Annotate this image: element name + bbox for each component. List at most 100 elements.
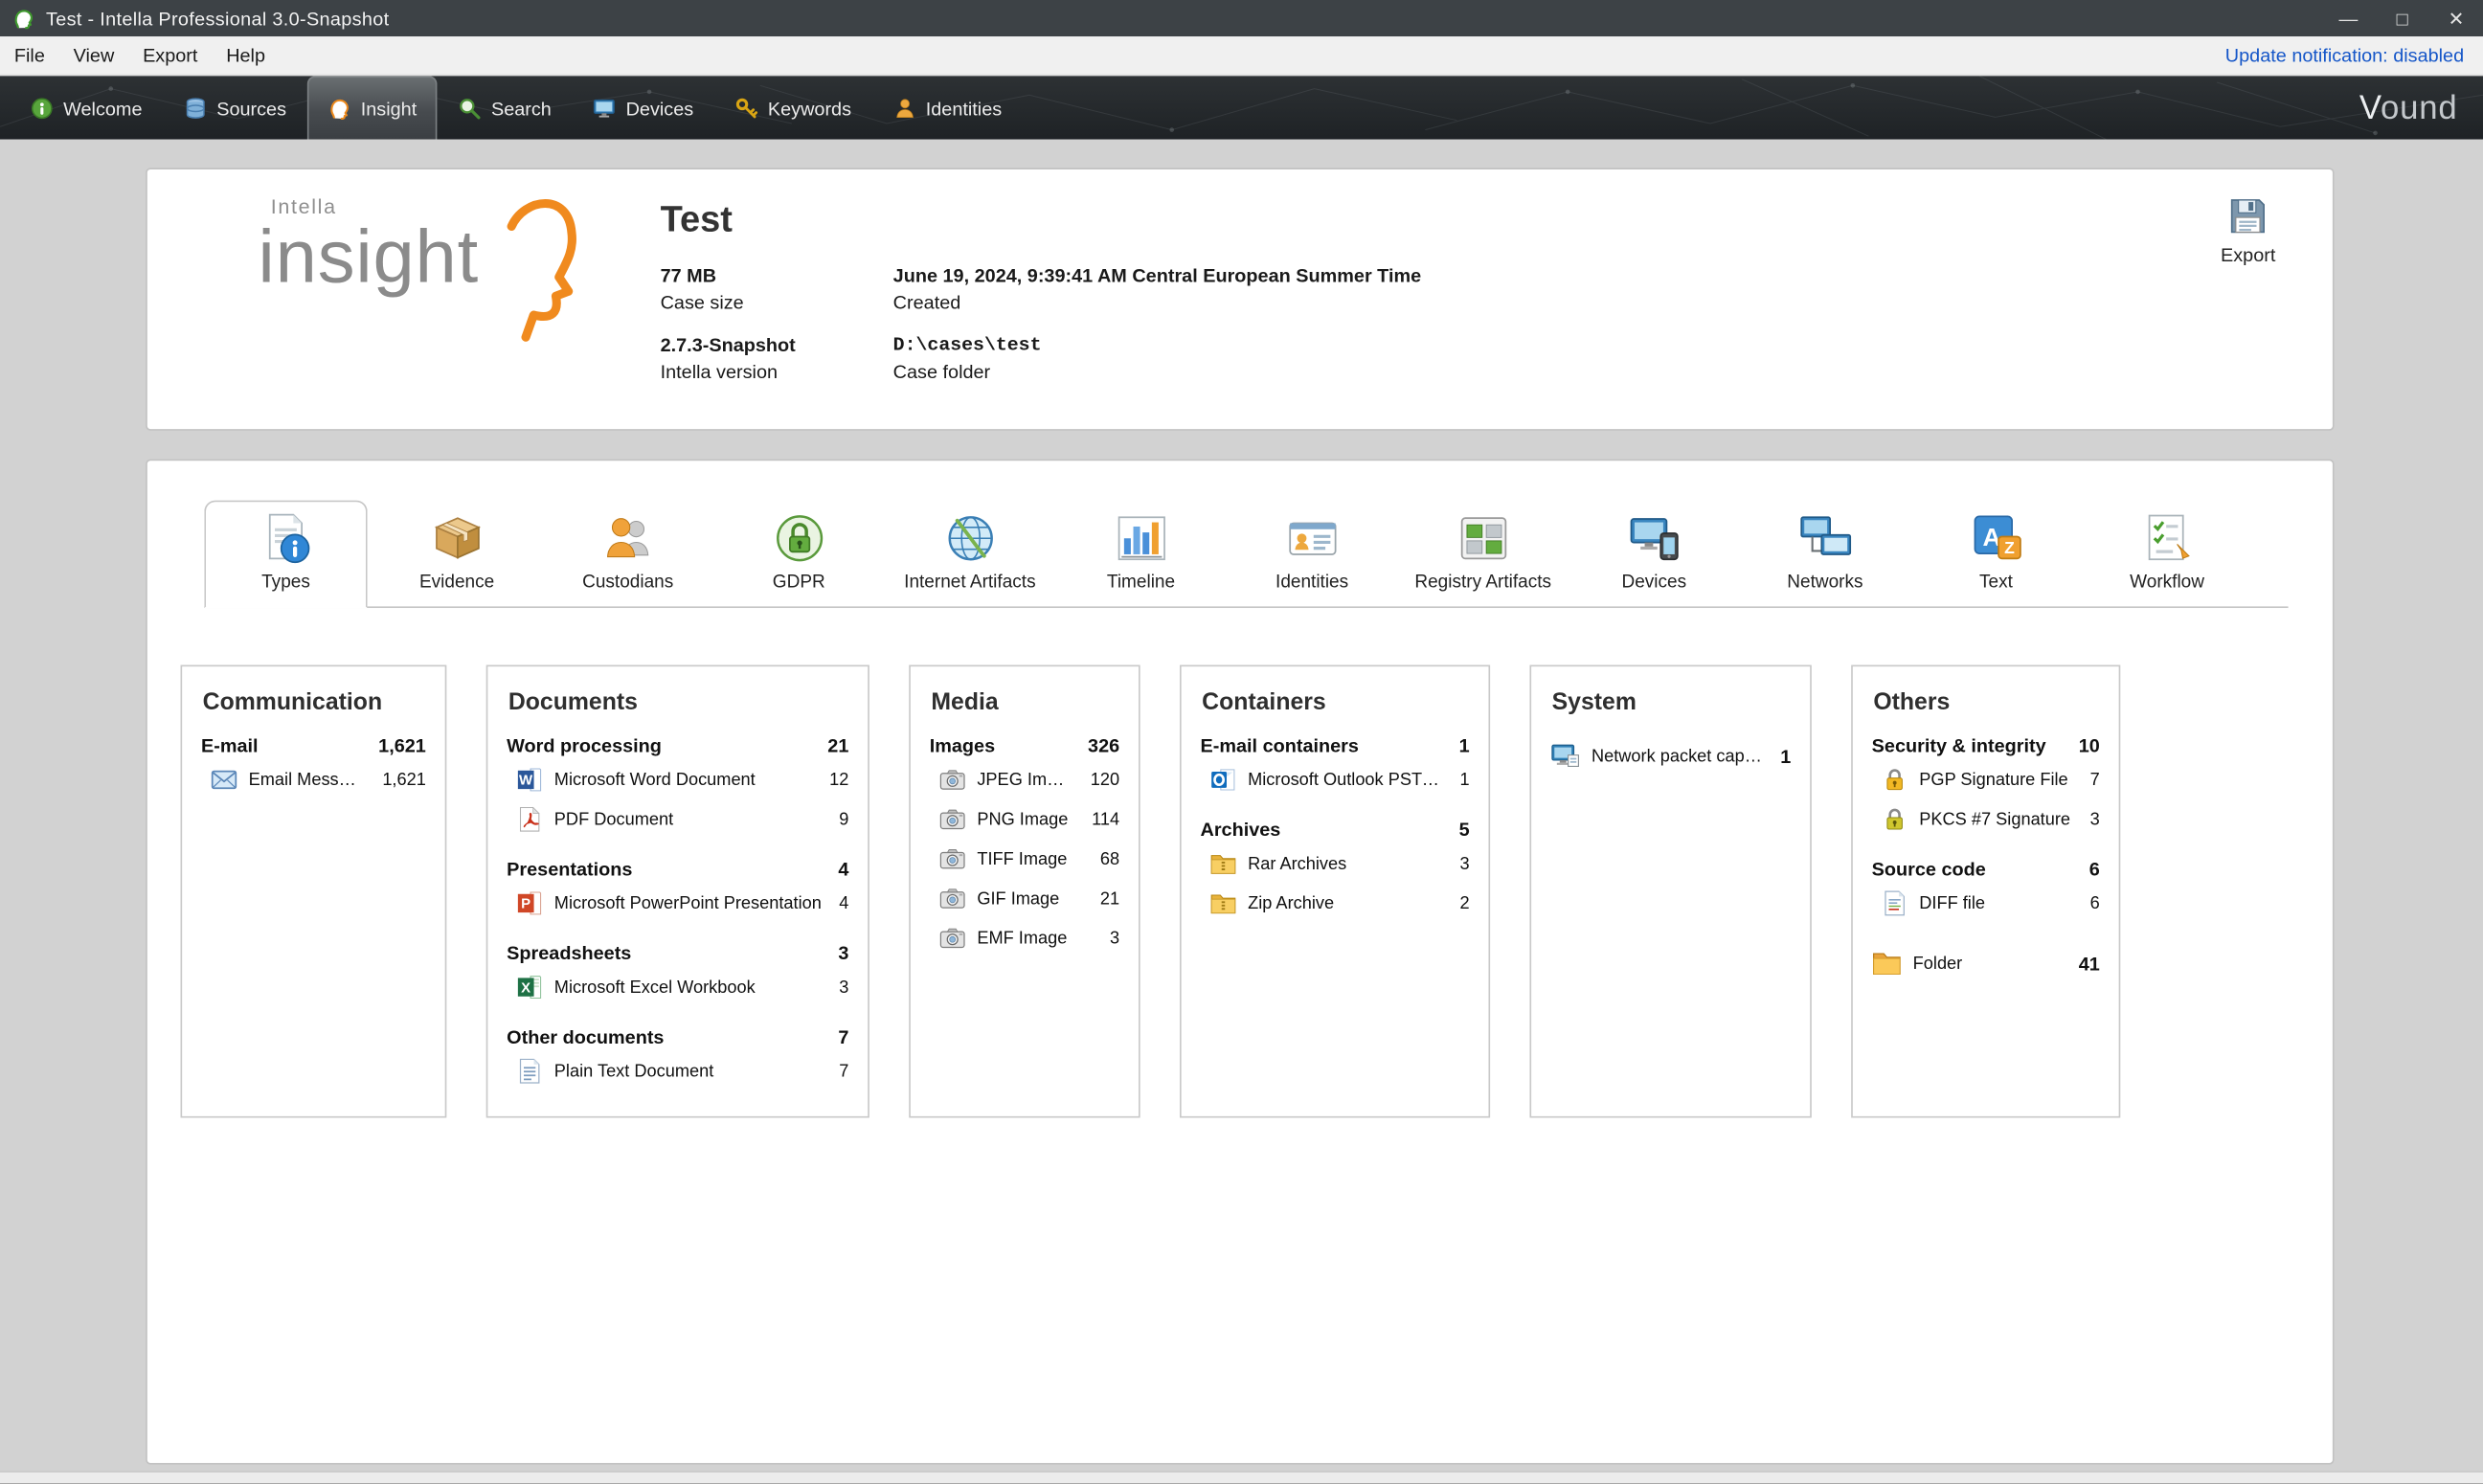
type-item-network-packet-capture[interactable]: Network packet capture1 bbox=[1548, 734, 1793, 777]
insight-tab-networks[interactable]: Networks bbox=[1744, 499, 1907, 606]
insight-tab-gdpr[interactable]: GDPR bbox=[717, 499, 880, 606]
item-count: 9 bbox=[839, 810, 848, 829]
type-group-header-spreadsheets[interactable]: Spreadsheets3 bbox=[507, 942, 848, 964]
type-group-header-security-integrity[interactable]: Security & integrity10 bbox=[1872, 734, 2100, 756]
menu-export[interactable]: Export bbox=[128, 36, 212, 75]
type-group-header-e-mail[interactable]: E-mail1,621 bbox=[201, 734, 426, 756]
nav-tab-sources[interactable]: Sources bbox=[163, 76, 307, 141]
insight-tab-text[interactable]: AZText bbox=[1914, 499, 2077, 606]
minimize-button[interactable]: — bbox=[2321, 0, 2375, 36]
padlock-yellow-icon bbox=[1882, 766, 1908, 793]
window-title: Test - Intella Professional 3.0-Snapshot bbox=[46, 7, 389, 29]
insight-tab-identities[interactable]: Identities bbox=[1230, 499, 1393, 606]
type-item-microsoft-excel-workbook[interactable]: XMicrosoft Excel Workbook3 bbox=[506, 967, 851, 1006]
camera-icon bbox=[939, 806, 966, 833]
key-icon bbox=[734, 97, 758, 121]
item-count: 2 bbox=[1460, 894, 1470, 913]
type-item-microsoft-powerpoint-presentation[interactable]: PMicrosoft PowerPoint Presentation4 bbox=[506, 884, 851, 923]
type-group-header-e-mail-containers[interactable]: E-mail containers1 bbox=[1201, 734, 1470, 756]
card-title: Others bbox=[1873, 688, 2098, 715]
card-documents: DocumentsWord processing21WMicrosoft Wor… bbox=[486, 665, 869, 1118]
insight-tab-label: Registry Artifacts bbox=[1414, 573, 1551, 593]
type-item-gif-image[interactable]: GIF Image21 bbox=[928, 879, 1121, 918]
status-strip bbox=[0, 1471, 2483, 1483]
insight-tab-timeline[interactable]: Timeline bbox=[1059, 499, 1222, 606]
type-item-diff-file[interactable]: DIFF file6 bbox=[1870, 884, 2101, 923]
item-label: Microsoft Excel Workbook bbox=[554, 978, 822, 997]
nav-tab-insight[interactable]: Insight bbox=[307, 76, 438, 141]
nav-tab-identities[interactable]: Identities bbox=[872, 76, 1023, 141]
type-group-e-mail: E-mail1,621 Email Message1,621 bbox=[199, 734, 427, 799]
item-count: 3 bbox=[2090, 810, 2100, 829]
type-item-tiff-image[interactable]: TIFF Image68 bbox=[928, 839, 1121, 878]
type-item-rar-archives[interactable]: Rar Archives3 bbox=[1199, 843, 1471, 883]
item-label: Zip Archive bbox=[1248, 894, 1442, 913]
nav-tab-devices[interactable]: Devices bbox=[572, 76, 713, 141]
card-title: Communication bbox=[203, 688, 425, 715]
item-label: Microsoft Word Document bbox=[554, 771, 812, 790]
insight-tab-workflow[interactable]: Workflow bbox=[2086, 499, 2248, 606]
folder-icon bbox=[1872, 949, 1902, 978]
item-count: 7 bbox=[2090, 771, 2100, 790]
type-item-email-message[interactable]: Email Message1,621 bbox=[199, 760, 427, 799]
type-group-header-word-processing[interactable]: Word processing21 bbox=[507, 734, 848, 756]
insight-tab-evidence[interactable]: Evidence bbox=[375, 499, 538, 606]
word-icon: W bbox=[516, 766, 543, 793]
group-name: Source code bbox=[1872, 858, 1986, 880]
pdf-icon bbox=[516, 806, 543, 833]
nav-tab-label: Identities bbox=[926, 98, 1002, 120]
nav-tab-label: Devices bbox=[626, 98, 694, 120]
nav-tab-search[interactable]: Search bbox=[438, 76, 573, 141]
item-count: 3 bbox=[1110, 929, 1119, 948]
insight-tab-custodians[interactable]: Custodians bbox=[547, 499, 710, 606]
menu-bar: File View Export Help Update notificatio… bbox=[0, 36, 2483, 76]
powerpoint-icon: P bbox=[516, 889, 543, 916]
item-label: Microsoft PowerPoint Presentation bbox=[554, 894, 822, 913]
welcome-icon bbox=[30, 97, 54, 121]
group-count: 3 bbox=[838, 942, 848, 964]
update-notification-link[interactable]: Update notification: disabled bbox=[2225, 44, 2483, 66]
menu-file[interactable]: File bbox=[0, 36, 59, 75]
type-group-header-images[interactable]: Images326 bbox=[930, 734, 1119, 756]
type-item-pkcs-7-signature[interactable]: PKCS #7 Signature3 bbox=[1870, 799, 2101, 839]
group-name: Other documents bbox=[507, 1026, 664, 1048]
nav-tab-welcome[interactable]: Welcome bbox=[10, 76, 163, 141]
item-label: PGP Signature File bbox=[1919, 771, 2072, 790]
menu-view[interactable]: View bbox=[59, 36, 128, 75]
insight-tab-internet-artifacts[interactable]: Internet Artifacts bbox=[889, 499, 1051, 606]
close-button[interactable]: ✕ bbox=[2429, 0, 2483, 36]
maximize-button[interactable]: □ bbox=[2376, 0, 2429, 36]
insight-tab-devices[interactable]: Devices bbox=[1572, 499, 1735, 606]
type-item-folder[interactable]: Folder41 bbox=[1870, 942, 2101, 985]
stat-label: Case size bbox=[661, 291, 893, 313]
type-item-emf-image[interactable]: EMF Image3 bbox=[928, 918, 1121, 957]
case-stats: 77 MB Case size June 19, 2024, 9:39:41 A… bbox=[661, 264, 1422, 383]
type-group-header-presentations[interactable]: Presentations4 bbox=[507, 858, 848, 880]
type-item-zip-archive[interactable]: Zip Archive 2 bbox=[1199, 884, 1471, 923]
insight-tab-label: Identities bbox=[1275, 573, 1348, 593]
type-group-header-other-documents[interactable]: Other documents 7 bbox=[507, 1026, 848, 1048]
type-group-header-archives[interactable]: Archives5 bbox=[1201, 819, 1470, 841]
type-item-png-image[interactable]: PNG Image114 bbox=[928, 799, 1121, 839]
card-title: Media bbox=[931, 688, 1117, 715]
stat-case-size: 77 MB Case size bbox=[661, 264, 893, 313]
item-label: PDF Document bbox=[554, 810, 822, 829]
insight-tab-types[interactable]: Types bbox=[204, 501, 367, 608]
main-navigation-band: WelcomeSourcesInsightSearch Devices Keywor… bbox=[0, 76, 2483, 141]
type-group-header-source-code[interactable]: Source code6 bbox=[1872, 858, 2100, 880]
type-item-pgp-signature-file[interactable]: PGP Signature File 7 bbox=[1870, 760, 2101, 799]
item-count: 1 bbox=[1780, 745, 1791, 767]
menu-help[interactable]: Help bbox=[212, 36, 280, 75]
type-item-jpeg-image[interactable]: JPEG Image120 bbox=[928, 760, 1121, 799]
svg-text:P: P bbox=[521, 896, 530, 912]
floppy-disk-icon bbox=[2226, 194, 2269, 237]
type-item-pdf-document[interactable]: PDF Document 9 bbox=[506, 799, 851, 839]
type-item-microsoft-outlook-pst-file[interactable]: Microsoft Outlook PST File1 bbox=[1199, 760, 1471, 799]
type-item-plain-text-document[interactable]: Plain Text Document7 bbox=[506, 1051, 851, 1091]
export-button[interactable]: Export bbox=[2221, 169, 2294, 266]
nav-tab-keywords[interactable]: Keywords bbox=[714, 76, 872, 141]
type-item-microsoft-word-document[interactable]: WMicrosoft Word Document12 bbox=[506, 760, 851, 799]
insight-tab-registry-artifacts[interactable]: Registry Artifacts bbox=[1402, 499, 1565, 606]
stat-case-folder: D:\cases\test Case folder bbox=[893, 334, 1421, 383]
group-count: 7 bbox=[838, 1026, 848, 1048]
